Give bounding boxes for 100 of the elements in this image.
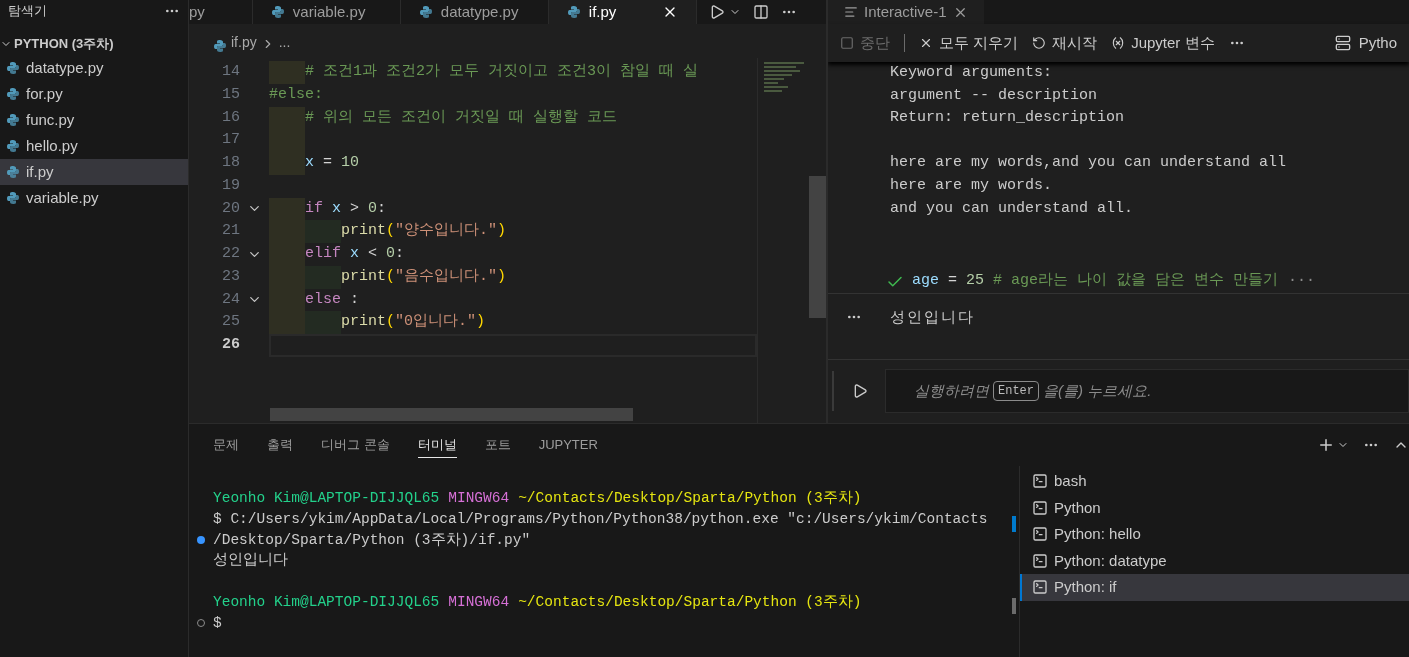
code-token: 0	[368, 198, 378, 219]
code-token: ~/Contacts/Desktop/Sparta/Python (3주차)	[518, 593, 862, 612]
folder-header[interactable]: PYTHON (3주차)	[0, 33, 188, 55]
sidebar-title: 탐색기	[8, 2, 47, 21]
line-number: 17	[221, 130, 240, 151]
server-icon	[1334, 35, 1351, 51]
run-icon[interactable]	[852, 383, 868, 400]
python-file-icon	[6, 87, 20, 101]
output-line: here are my words,and you can understand all	[890, 153, 1288, 174]
code-token: /Desktop/Sparta/Python (3주차)/if.py"	[213, 530, 531, 550]
panel-tab[interactable]: 포트	[484, 432, 511, 458]
scroll-marker	[1012, 516, 1016, 532]
line-number: 26	[221, 335, 240, 355]
code-token: # 조건1과 조건2가 모두 거짓이고 조건3이 참일 때 실	[305, 62, 699, 82]
code-token: >	[349, 198, 361, 219]
editor-tab[interactable]: variable.py	[252, 0, 401, 24]
file-item[interactable]: variable.py	[0, 185, 188, 211]
input-field[interactable]: 실행하려면 Enter 을(를) 누르세요.	[885, 369, 1409, 414]
line-number: 23	[221, 266, 240, 287]
python-file-icon	[6, 139, 20, 153]
toolbar-button[interactable]: Jupyter 변수	[1111, 31, 1215, 55]
terminal-icon	[1032, 473, 1048, 490]
code-token: )	[476, 312, 486, 333]
code-token: MINGW64	[448, 593, 510, 612]
split-editor-icon[interactable]	[752, 4, 769, 20]
code-token: else	[305, 289, 341, 310]
terminal-icon	[1032, 499, 1048, 516]
python-file-icon	[418, 5, 433, 19]
file-item[interactable]: if.py	[0, 159, 188, 185]
line-number: 19	[221, 175, 240, 196]
python-file-icon	[566, 5, 581, 19]
stop-icon	[840, 36, 854, 50]
terminal-list-item[interactable]: Python: hello	[1020, 521, 1409, 548]
code-token: 10	[341, 153, 360, 173]
python-file-icon	[6, 191, 20, 205]
code-token: )	[497, 221, 507, 242]
code-token: x	[350, 244, 360, 264]
file-item[interactable]: func.py	[0, 107, 188, 133]
python-file-icon	[6, 165, 20, 179]
code-token: (	[386, 266, 396, 287]
panel-tab[interactable]: 출력	[267, 432, 293, 458]
terminal-list-item[interactable]: bash	[1020, 468, 1409, 495]
editor-tab[interactable]: if.py	[548, 0, 697, 24]
add-icon[interactable]	[1317, 436, 1335, 454]
code-token: # age라는 나이 값을 담은 변수 만들기	[992, 271, 1279, 292]
breadcrumb-symbol[interactable]: ...	[278, 32, 291, 53]
file-item[interactable]: hello.py	[0, 133, 188, 159]
toolbar-button[interactable]: 재시작	[1032, 31, 1098, 55]
code-token: x	[332, 198, 342, 219]
panel-tab[interactable]: 디버그 콘솔	[321, 432, 390, 458]
line-number: 15	[221, 84, 240, 105]
terminal-list-item[interactable]: Python: if	[1020, 574, 1409, 601]
code-token: print	[341, 221, 386, 242]
kernel-button[interactable]: Pytho	[1322, 31, 1397, 55]
code-token: :	[350, 289, 360, 310]
line-number: 20	[221, 198, 240, 219]
line-number: 16	[221, 107, 240, 128]
code-token: ···	[1288, 271, 1316, 292]
code-token: elif	[305, 244, 341, 264]
code-token: x	[305, 153, 314, 173]
code-token: 25	[966, 271, 985, 292]
code-token: ~/Contacts/Desktop/Sparta/Python (3주차)	[518, 489, 862, 508]
terminal-list-item[interactable]: Python: datatype	[1020, 547, 1409, 574]
file-item[interactable]: datatype.py	[0, 55, 188, 81]
code-token: =	[947, 271, 959, 292]
code-token: )	[497, 266, 507, 287]
breadcrumb-file[interactable]: if.py	[231, 32, 257, 53]
python-file-icon	[6, 113, 20, 127]
code-token: :	[395, 244, 405, 264]
terminal-list-item[interactable]: Python	[1020, 494, 1409, 521]
code-token: $	[213, 613, 222, 633]
interactive-tab[interactable]: Interactive-1	[828, 0, 984, 24]
code-token: <	[367, 244, 379, 264]
panel-tab[interactable]: 문제	[213, 432, 239, 458]
vertical-scrollbar[interactable]	[809, 176, 826, 318]
panel-tab[interactable]: 터미널	[417, 432, 457, 458]
line-number: 22	[221, 244, 240, 264]
restart-icon	[1032, 36, 1047, 50]
terminal-icon	[1032, 526, 1048, 543]
toolbar-button[interactable]: 모두 지우기	[919, 31, 1019, 55]
file-item[interactable]: for.py	[0, 81, 188, 107]
terminal-icon	[1032, 579, 1048, 596]
horizontal-scrollbar[interactable]	[270, 408, 633, 421]
python-file-icon	[6, 61, 20, 75]
code-token: $ C:/Users/ykim/AppData/Local/Programs/Python/Python38/python.exe "c:/Users/ykim/Contacts	[213, 509, 988, 529]
code-token: (	[386, 221, 396, 242]
list-icon	[844, 5, 858, 19]
close-icon	[919, 36, 933, 50]
code-token: if	[305, 198, 323, 219]
code-token: MINGW64	[448, 489, 510, 508]
editor-tab[interactable]: datatype.py	[400, 0, 549, 24]
cell-output: 성인입니다	[890, 306, 975, 327]
editor-tab[interactable]: py	[189, 0, 253, 24]
variable-icon	[1111, 36, 1126, 50]
code-token: 0	[386, 244, 396, 264]
panel-tab[interactable]: JUPYTER	[538, 432, 598, 458]
output-line: and you can understand all.	[890, 198, 1135, 219]
code-token: print	[341, 266, 386, 287]
code-token: 성인입니다	[213, 551, 288, 571]
line-number: 25	[221, 312, 240, 333]
